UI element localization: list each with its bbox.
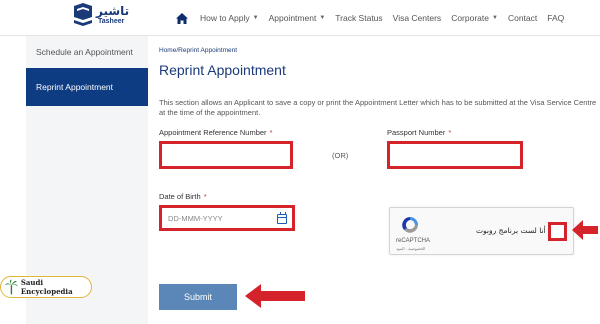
nav-faq[interactable]: FAQ (547, 13, 564, 23)
nav-label: FAQ (547, 13, 565, 23)
date-placeholder: DD-MMM-YYYY (168, 213, 223, 223)
reference-number-label: Appointment Reference Number * (159, 128, 272, 137)
recaptcha-widget: reCAPTCHA الخصوصية - البنود أنا لست برنا… (389, 207, 574, 255)
passport-number-label: Passport Number * (387, 128, 451, 137)
nav-label: Visa Centers (392, 13, 442, 23)
required-mark: * (203, 192, 207, 201)
nav-how-to-apply[interactable]: How to Apply ▼ (200, 13, 259, 23)
recaptcha-brand: reCAPTCHA (396, 238, 431, 244)
recaptcha-terms[interactable]: الخصوصية - البنود (396, 246, 425, 251)
tasheer-logo-icon (74, 3, 92, 26)
label-text: Date of Birth (159, 192, 201, 201)
main-content: Home/Reprint Appointment Reprint Appoint… (159, 36, 600, 324)
captcha-label: أنا لست برنامج روبوت (476, 226, 546, 235)
nav-label: Contact (507, 13, 538, 23)
nav-track-status[interactable]: Track Status (335, 13, 382, 23)
brand-name-ar: تاشير (96, 4, 130, 18)
sidebar-item-reprint[interactable]: Reprint Appointment (26, 68, 148, 106)
palm-tree-icon (5, 279, 18, 295)
page-title: Reprint Appointment (159, 62, 286, 78)
date-of-birth-label: Date of Birth * (159, 192, 207, 201)
label-text: Appointment Reference Number (159, 128, 267, 137)
brand-name-en: Tasheer (98, 18, 125, 25)
home-icon[interactable] (176, 12, 188, 24)
main-nav: How to Apply ▼ Appointment ▼ Track Status … (176, 0, 574, 36)
reference-number-input[interactable] (159, 141, 293, 169)
nav-label: Corporate (451, 13, 489, 23)
nav-label: How to Apply (200, 13, 250, 23)
passport-number-input[interactable] (387, 141, 523, 169)
watermark-text: Saudi Encyclopedia (20, 278, 73, 296)
required-mark: * (269, 128, 273, 137)
breadcrumb[interactable]: Home/Reprint Appointment (159, 47, 237, 54)
top-header: تاشير Tasheer How to Apply ▼ Appointment ▼… (0, 0, 600, 36)
submit-button[interactable]: Submit (159, 284, 237, 310)
saudi-encyclopedia-watermark: Saudi Encyclopedia (0, 276, 92, 298)
required-mark: * (448, 128, 452, 137)
chevron-down-icon: ▼ (492, 15, 498, 21)
sidebar-item-label: Reprint Appointment (36, 82, 114, 92)
date-of-birth-input[interactable]: DD-MMM-YYYY (159, 205, 295, 231)
label-text: Passport Number (387, 128, 446, 137)
sidebar-item-label: Schedule an Appointment (36, 47, 133, 57)
captcha-checkbox[interactable] (548, 222, 567, 241)
chevron-down-icon: ▼ (319, 15, 326, 21)
tasheer-logo[interactable]: تاشير Tasheer (72, 3, 129, 33)
nav-visa-centers[interactable]: Visa Centers (393, 13, 442, 23)
or-separator: (OR) (332, 151, 349, 160)
arrow-left-icon (245, 284, 305, 308)
nav-corporate[interactable]: Corporate ▼ (451, 13, 498, 23)
page-description: This section allows an Applicant to save… (159, 98, 597, 117)
sidebar-item-schedule[interactable]: Schedule an Appointment (26, 36, 148, 68)
calendar-icon[interactable] (277, 212, 287, 224)
nav-appointment[interactable]: Appointment ▼ (269, 13, 326, 23)
chevron-down-icon: ▼ (252, 15, 259, 21)
arrow-left-icon (572, 220, 598, 240)
nav-label: Track Status (335, 13, 383, 23)
nav-label: Appointment (268, 13, 317, 23)
recaptcha-icon (402, 217, 418, 233)
nav-contact[interactable]: Contact (508, 13, 537, 23)
